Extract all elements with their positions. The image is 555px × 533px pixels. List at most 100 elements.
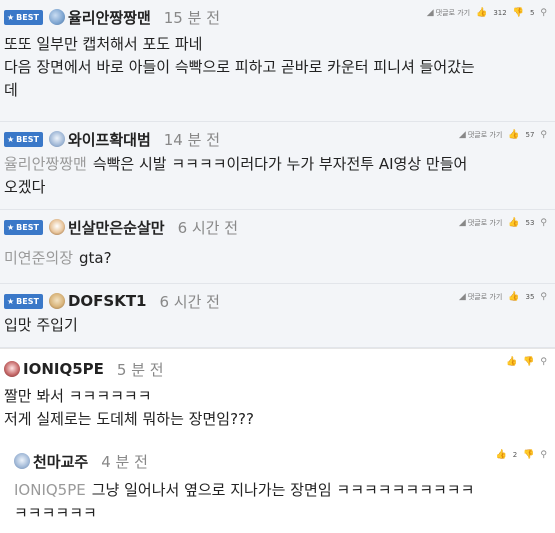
- thumbs-up-icon[interactable]: 👍: [506, 357, 517, 367]
- mention[interactable]: IONIQ5PE: [14, 481, 86, 499]
- nickname[interactable]: 천마교주: [33, 451, 88, 472]
- reply-arrow-icon: ◢: [426, 8, 434, 18]
- nickname[interactable]: 와이프확대범: [68, 129, 151, 150]
- link-icon[interactable]: ⚲: [540, 292, 547, 302]
- comment-line: IONIQ5PE 그냥 일어나서 옆으로 지나가는 장면임 ㅋㅋㅋㅋㅋㅋㅋㅋㅋㅋ: [14, 479, 547, 502]
- go-to-comment-link[interactable]: ◢ 댓글로 가기: [459, 218, 502, 228]
- nickname[interactable]: IONIQ5PE: [23, 360, 104, 378]
- best-badge: ★ BEST: [4, 293, 43, 309]
- comment-line: 율리안짱짱맨 슥빡은 시발 ㅋㅋㅋㅋ이러다가 누가 부자전투 AI영상 만들어: [4, 153, 547, 176]
- comment-body: IONIQ5PE 그냥 일어나서 옆으로 지나가는 장면임 ㅋㅋㅋㅋㅋㅋㅋㅋㅋㅋ …: [14, 479, 547, 525]
- best-badge-label: BEST: [16, 296, 39, 306]
- comment-text: 또또 일부만 캡처해서 포도 파네: [4, 35, 203, 53]
- mention[interactable]: 율리안짱짱맨: [4, 155, 87, 173]
- go-to-comment-label: 댓글로 가기: [467, 293, 503, 301]
- comment-header: ★ BEST 율리안짱짱맨 15 분 전: [4, 6, 220, 28]
- timestamp: 5 분 전: [116, 360, 164, 379]
- best-badge-label: BEST: [16, 222, 39, 232]
- thumbs-up-icon[interactable]: 👍: [508, 292, 519, 302]
- comment-actions: ◢ 댓글로 가기 👍 312 👎 5 ⚲: [427, 8, 547, 18]
- thumbs-up-icon[interactable]: 👍: [508, 130, 519, 140]
- avatar[interactable]: [48, 131, 65, 147]
- like-count: 2: [512, 451, 518, 459]
- best-badge-label: BEST: [16, 12, 39, 22]
- comment-body: 율리안짱짱맨 슥빡은 시발 ㅋㅋㅋㅋ이러다가 누가 부자전투 AI영상 만들어 오…: [4, 153, 547, 199]
- comment-text: 오겠다: [4, 178, 46, 196]
- timestamp: 6 시간 전: [159, 292, 220, 311]
- like-count: 57: [525, 131, 535, 139]
- like-count: 35: [525, 293, 535, 301]
- best-comment: ★ BEST 율리안짱짱맨 15 분 전 ◢ 댓글로 가기 👍 312 👎 5 ⚲ 또또…: [0, 0, 555, 122]
- star-icon: ★: [7, 222, 15, 232]
- link-icon[interactable]: ⚲: [540, 218, 547, 228]
- like-count: 312: [493, 9, 507, 17]
- go-to-comment-link[interactable]: ◢ 댓글로 가기: [459, 292, 502, 302]
- comment-text: 데: [4, 81, 18, 99]
- comment-text: gta?: [79, 249, 112, 267]
- comment-body: 짤만 봐서 ㅋㅋㅋㅋㅋㅋ 저게 실제로는 도데체 뭐하는 장면임???: [4, 385, 547, 431]
- comment-text: ㅋㅋㅋㅋㅋㅋ: [14, 504, 97, 522]
- comment-list: ★ BEST 율리안짱짱맨 15 분 전 ◢ 댓글로 가기 👍 312 👎 5 ⚲ 또또…: [0, 0, 555, 533]
- avatar[interactable]: [48, 219, 65, 235]
- go-to-comment-label: 댓글로 가기: [467, 131, 503, 139]
- reply-arrow-icon: ◢: [458, 292, 466, 302]
- star-icon: ★: [7, 134, 15, 144]
- best-comment: ★ BEST DOFSKT1 6 시간 전 ◢ 댓글로 가기 👍 35 ⚲ 입맛 주입…: [0, 284, 555, 348]
- comment-actions: 👍 2 👎 ⚲: [496, 450, 548, 460]
- best-badge-label: BEST: [16, 134, 39, 144]
- best-badge: ★ BEST: [4, 9, 43, 25]
- timestamp: 15 분 전: [163, 8, 220, 27]
- comment-text: 다음 장면에서 바로 아들이 슥빡으로 피하고 곧바로 카운터 피니셔 들어갔는: [4, 58, 475, 76]
- avatar[interactable]: [48, 9, 65, 25]
- comment-header: ★ BEST 와이프확대범 14 분 전: [4, 128, 220, 150]
- comment-actions: 👍 👎 ⚲: [506, 357, 547, 367]
- link-icon[interactable]: ⚲: [540, 357, 547, 367]
- timestamp: 6 시간 전: [177, 218, 239, 237]
- thumbs-up-icon[interactable]: 👍: [476, 8, 487, 18]
- link-icon[interactable]: ⚲: [540, 8, 547, 18]
- link-icon[interactable]: ⚲: [540, 450, 547, 460]
- avatar[interactable]: [14, 453, 30, 469]
- comment-actions: ◢ 댓글로 가기 👍 53 ⚲: [459, 218, 547, 228]
- thumbs-down-icon[interactable]: 👎: [513, 8, 524, 18]
- comment-header: IONIQ5PE 5 분 전: [4, 358, 164, 380]
- nickname[interactable]: 율리안짱짱맨: [68, 7, 151, 28]
- star-icon: ★: [7, 12, 15, 22]
- timestamp: 14 분 전: [163, 130, 220, 149]
- comment-actions: ◢ 댓글로 가기 👍 57 ⚲: [459, 130, 547, 140]
- mention[interactable]: 미연준의장: [4, 249, 73, 267]
- nickname[interactable]: DOFSKT1: [68, 292, 147, 310]
- star-icon: ★: [7, 296, 15, 306]
- comment: IONIQ5PE 5 분 전 👍 👎 ⚲ 짤만 봐서 ㅋㅋㅋㅋㅋㅋ 저게 실제로…: [0, 348, 555, 440]
- avatar[interactable]: [4, 361, 20, 377]
- comment-text: 저게 실제로는 도데체 뭐하는 장면임???: [4, 410, 254, 428]
- comment-text: 짤만 봐서 ㅋㅋㅋㅋㅋㅋ: [4, 387, 152, 405]
- reply-comment: 천마교주 4 분 전 👍 2 👎 ⚲ IONIQ5PE 그냥 일어나서 옆으로 지나…: [0, 440, 555, 533]
- go-to-comment-label: 댓글로 가기: [467, 219, 503, 227]
- comment-text: 그냥 일어나서 옆으로 지나가는 장면임 ㅋㅋㅋㅋㅋㅋㅋㅋㅋㅋ: [91, 481, 475, 499]
- go-to-comment-link[interactable]: ◢ 댓글로 가기: [427, 8, 470, 18]
- thumbs-up-icon[interactable]: 👍: [496, 450, 507, 460]
- go-to-comment-link[interactable]: ◢ 댓글로 가기: [459, 130, 502, 140]
- comment-text: 입맛 주입기: [4, 316, 78, 334]
- comment-body: 또또 일부만 캡처해서 포도 파네 다음 장면에서 바로 아들이 슥빡으로 피하…: [4, 33, 547, 102]
- comment-actions: ◢ 댓글로 가기 👍 35 ⚲: [459, 292, 547, 302]
- nickname[interactable]: 빈살만은순살만: [68, 217, 165, 238]
- avatar[interactable]: [48, 293, 65, 309]
- thumbs-down-icon[interactable]: 👎: [523, 450, 534, 460]
- reply-arrow-icon: ◢: [458, 130, 466, 140]
- comment-text: 슥빡은 시발 ㅋㅋㅋㅋ이러다가 누가 부자전투 AI영상 만들어: [92, 155, 468, 173]
- comment-header: 천마교주 4 분 전: [14, 450, 148, 472]
- dislike-count: 5: [529, 9, 535, 17]
- best-badge: ★ BEST: [4, 219, 43, 235]
- best-comment: ★ BEST 빈살만은순살만 6 시간 전 ◢ 댓글로 가기 👍 53 ⚲ 미연준의장…: [0, 210, 555, 284]
- timestamp: 4 분 전: [101, 452, 148, 471]
- comment-body: 미연준의장 gta?: [4, 247, 547, 270]
- best-badge: ★ BEST: [4, 131, 43, 147]
- link-icon[interactable]: ⚲: [540, 130, 547, 140]
- comment-body: 입맛 주입기: [4, 314, 547, 337]
- thumbs-down-icon[interactable]: 👎: [523, 357, 534, 367]
- thumbs-up-icon[interactable]: 👍: [508, 218, 519, 228]
- go-to-comment-label: 댓글로 가기: [435, 9, 471, 17]
- reply-arrow-icon: ◢: [458, 218, 466, 228]
